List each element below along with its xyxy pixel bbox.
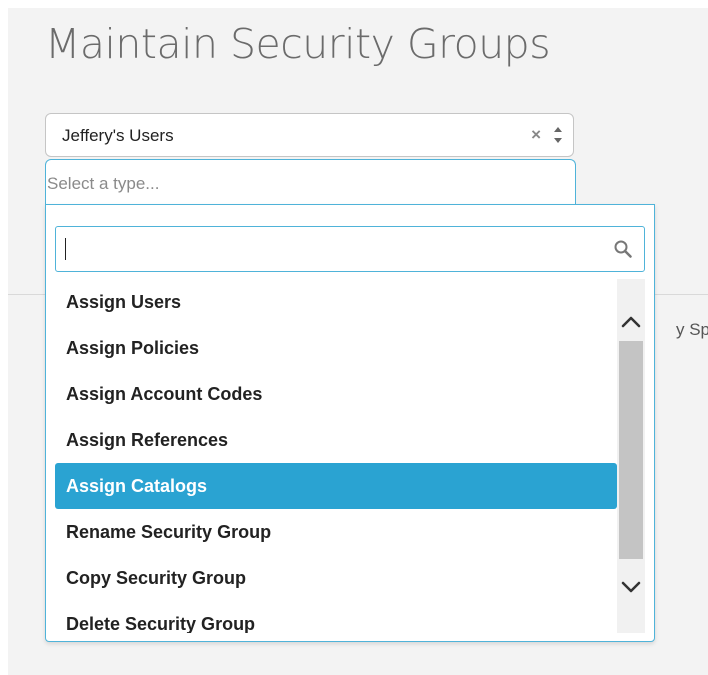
option-assign-policies[interactable]: Assign Policies — [55, 325, 617, 371]
security-group-value: Jeffery's Users — [62, 126, 174, 145]
option-rename-security-group[interactable]: Rename Security Group — [55, 509, 617, 555]
dropdown-search-input[interactable] — [55, 226, 645, 272]
option-assign-references[interactable]: Assign References — [55, 417, 617, 463]
close-icon[interactable]: × — [531, 125, 541, 145]
option-copy-security-group[interactable]: Copy Security Group — [55, 555, 617, 601]
dropdown-scrollbar[interactable] — [617, 279, 645, 633]
option-delete-security-group[interactable]: Delete Security Group — [55, 601, 617, 634]
dropdown-options-list: Assign Users Assign Policies Assign Acco… — [55, 279, 617, 633]
option-assign-catalogs[interactable]: Assign Catalogs — [55, 463, 617, 509]
obscured-column-header: y Spe — [676, 320, 708, 339]
chevron-up-icon[interactable] — [617, 301, 645, 341]
page-title: Maintain Security Groups — [45, 20, 551, 68]
up-down-arrows-icon[interactable] — [553, 123, 563, 147]
option-assign-users[interactable]: Assign Users — [55, 279, 617, 325]
type-dropdown-menu: Assign Users Assign Policies Assign Acco… — [45, 204, 655, 642]
option-assign-account-codes[interactable]: Assign Account Codes — [55, 371, 617, 417]
scrollbar-thumb[interactable] — [619, 341, 643, 559]
text-cursor — [65, 238, 66, 260]
type-select[interactable]: Select a type... — [45, 159, 576, 205]
chevron-down-icon[interactable] — [617, 567, 645, 607]
security-group-select[interactable]: Jeffery's Users × — [45, 113, 574, 157]
search-icon — [613, 239, 633, 259]
type-select-placeholder: Select a type... — [47, 174, 160, 193]
